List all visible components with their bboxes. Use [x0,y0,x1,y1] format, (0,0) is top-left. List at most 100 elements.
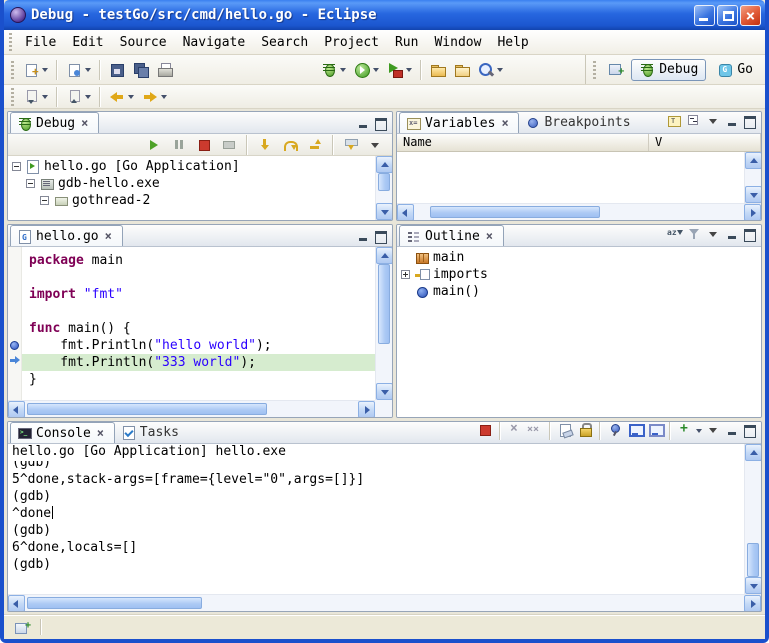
expand-minus-icon[interactable] [40,196,49,205]
code-line[interactable]: func main() { [22,320,375,337]
forward-button[interactable] [138,86,171,108]
open-task-button[interactable] [426,59,450,81]
breakpoint-icon[interactable] [10,341,19,350]
console-horizontal-scrollbar[interactable] [8,594,761,611]
prev-annotation-button[interactable] [62,86,95,108]
window-close-button[interactable] [740,5,761,26]
perspective-debug-button[interactable]: Debug [631,59,706,81]
tab-outline[interactable]: Outline [399,225,504,246]
maximize-view-button[interactable] [742,228,756,241]
outline-item[interactable]: main [397,249,761,266]
toolbar-grip[interactable] [593,61,596,79]
search-button[interactable] [474,59,507,81]
column-value[interactable]: V [649,134,761,151]
tab-console[interactable]: Console [10,422,115,443]
toolbar-grip[interactable] [11,61,14,79]
scroll-down-button[interactable] [745,186,761,203]
dropdown-arrow-icon[interactable] [161,95,167,102]
resume-button[interactable] [142,134,166,156]
console-output[interactable]: (gdb)5^done,stack-args=[frame={level="0"… [8,461,744,594]
expand-minus-icon[interactable] [26,179,35,188]
window-maximize-button[interactable] [717,5,738,26]
tab-tasks[interactable]: Tasks [115,422,185,443]
terminate-console-button[interactable] [475,421,495,439]
scrollbar-thumb[interactable] [378,173,390,191]
debug-vertical-scrollbar[interactable] [375,156,392,220]
suspend-button[interactable] [167,134,191,156]
tab-variables[interactable]: Variables [399,112,519,133]
code-line[interactable]: import "fmt" [22,286,375,303]
view-menu-button[interactable] [704,421,724,439]
scrollbar-thumb[interactable] [747,543,759,577]
view-menu-button[interactable] [704,225,724,243]
scroll-left-button[interactable] [8,595,25,612]
code-line[interactable] [22,303,375,320]
view-menu-button[interactable] [704,112,724,130]
scroll-up-button[interactable] [745,444,761,461]
next-annotation-button[interactable] [19,86,52,108]
toolbar-grip[interactable] [11,88,14,106]
clear-console-button[interactable] [555,421,575,439]
dropdown-arrow-icon[interactable] [696,429,702,436]
maximize-view-button[interactable] [373,230,387,243]
dropdown-arrow-icon[interactable] [128,95,134,102]
code-line[interactable]: package main [22,252,375,269]
dropdown-arrow-icon[interactable] [42,95,48,102]
external-tools-button[interactable] [383,59,416,81]
menu-file[interactable]: File [17,33,64,52]
scroll-left-button[interactable] [397,204,414,221]
maximize-view-button[interactable] [373,117,387,130]
instruction-pointer-icon[interactable] [10,359,15,362]
save-button[interactable] [105,59,129,81]
collapse-all-button[interactable] [684,112,704,130]
console-vertical-scrollbar[interactable] [744,444,761,594]
column-name[interactable]: Name [397,134,649,151]
open-console-button[interactable] [675,421,704,439]
view-menu-button[interactable] [364,134,388,156]
scroll-lock-button[interactable] [575,421,595,439]
minimize-view-button[interactable] [726,424,740,437]
maximize-view-button[interactable] [742,424,756,437]
minimize-view-button[interactable] [357,117,371,130]
scroll-up-button[interactable] [376,156,392,173]
run-button[interactable] [350,59,383,81]
dropdown-arrow-icon[interactable] [497,68,503,75]
debug-tree-item[interactable]: gdb-hello.exe [8,175,375,192]
debug-tree-item[interactable]: gothread-2 [8,192,375,209]
sort-button[interactable] [664,225,684,243]
minimize-view-button[interactable] [357,230,371,243]
scrollbar-track[interactable] [25,401,358,417]
scrollbar-thumb[interactable] [27,403,267,415]
close-tab-icon[interactable] [486,230,497,243]
code-line[interactable]: fmt.Println("hello world"); [22,337,375,354]
scroll-left-button[interactable] [8,401,25,418]
scrollbar-track[interactable] [376,264,392,383]
menu-edit[interactable]: Edit [64,33,111,52]
editor-gutter[interactable] [8,247,22,400]
scrollbar-thumb[interactable] [27,597,202,609]
toolbar-grip[interactable] [9,33,12,51]
terminate-button[interactable] [192,134,216,156]
variables-horizontal-scrollbar[interactable] [397,203,761,220]
print-button[interactable] [153,59,177,81]
editor-horizontal-scrollbar[interactable] [8,400,375,417]
scroll-right-button[interactable] [358,401,375,418]
save-all-button[interactable] [129,59,153,81]
scroll-up-button[interactable] [745,152,761,169]
menu-window[interactable]: Window [426,33,489,52]
expand-plus-icon[interactable] [401,270,410,279]
expand-minus-icon[interactable] [12,162,21,171]
scroll-up-button[interactable] [376,247,392,264]
scroll-down-button[interactable] [376,383,392,400]
step-return-button[interactable] [303,134,327,156]
titlebar[interactable]: Debug - testGo/src/cmd/hello.go - Eclips… [4,0,765,30]
scroll-down-button[interactable] [376,203,392,220]
back-button[interactable] [105,86,138,108]
menu-help[interactable]: Help [489,33,536,52]
minimize-view-button[interactable] [726,228,740,241]
remove-launch-button[interactable] [505,421,525,439]
outline-item[interactable]: imports [397,266,761,283]
dropdown-arrow-icon[interactable] [373,68,379,75]
editor-vertical-scrollbar[interactable] [375,247,392,400]
menu-project[interactable]: Project [316,33,387,52]
